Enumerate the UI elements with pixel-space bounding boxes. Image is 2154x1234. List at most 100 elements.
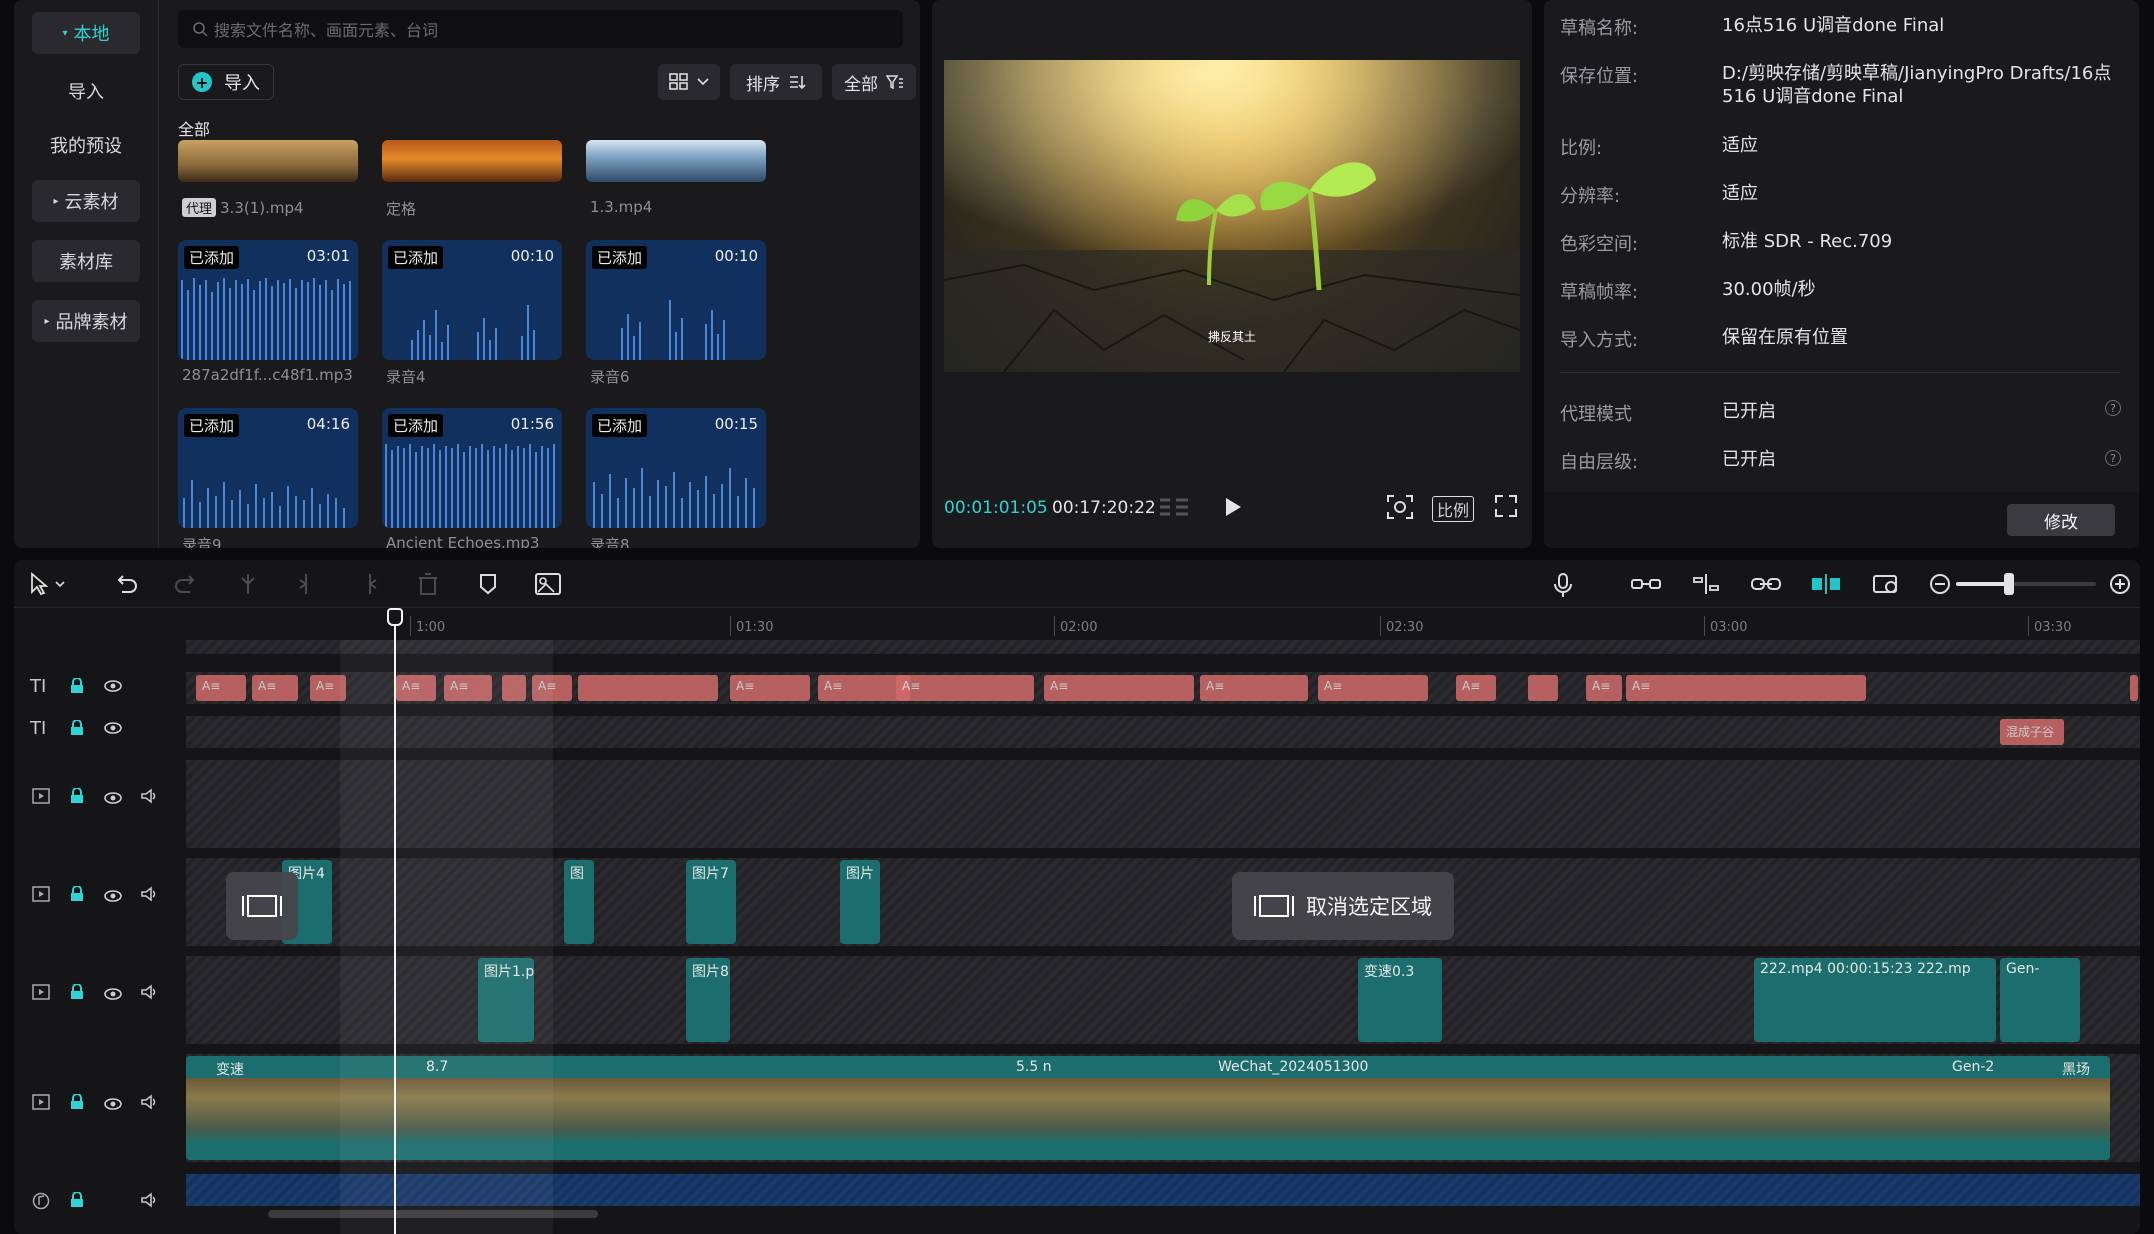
zoom-out-icon[interactable]: [1928, 572, 1952, 600]
help-icon[interactable]: ?: [2105, 400, 2121, 416]
zoom-fit-icon[interactable]: [1872, 572, 1902, 600]
playhead-handle[interactable]: [387, 608, 403, 626]
text-clip[interactable]: A≡: [1318, 675, 1428, 701]
nav-brand[interactable]: ▸ 品牌素材: [32, 300, 140, 342]
sort-button[interactable]: 排序: [730, 64, 822, 100]
nav-library[interactable]: 素材库: [32, 240, 140, 282]
playhead[interactable]: [394, 616, 396, 1234]
volume-icon[interactable]: [140, 1094, 158, 1114]
text-clip[interactable]: A≡: [1044, 675, 1194, 701]
marker-icon[interactable]: [476, 572, 500, 600]
video-clip[interactable]: Gen-: [2000, 958, 2080, 1042]
media-item-audio[interactable]: 已添加 04:16: [178, 408, 358, 528]
media-item-video[interactable]: [382, 140, 562, 182]
lock-icon[interactable]: [70, 885, 84, 906]
main-track-magnet-icon[interactable]: [1630, 572, 1662, 600]
text-clip[interactable]: A≡: [1586, 675, 1622, 701]
microphone-icon[interactable]: [1552, 572, 1574, 602]
video-clip[interactable]: 变速0.3: [1358, 958, 1442, 1042]
eye-icon[interactable]: [104, 720, 122, 739]
video-clip[interactable]: 图片7: [686, 860, 736, 944]
trim-left-icon[interactable]: [296, 572, 320, 600]
deselect-region-button[interactable]: 取消选定区域: [1232, 872, 1454, 940]
modify-button[interactable]: 修改: [2007, 504, 2115, 536]
video-clip[interactable]: 图: [564, 860, 594, 944]
eye-icon[interactable]: [104, 986, 122, 1005]
eye-icon[interactable]: [104, 888, 122, 907]
select-tool-icon[interactable]: [28, 572, 68, 600]
lock-icon[interactable]: [70, 719, 84, 740]
ratio-button[interactable]: 比例: [1432, 496, 1475, 522]
zoom-slider-handle[interactable]: [2004, 573, 2014, 595]
view-mode-button[interactable]: [658, 64, 720, 100]
text-clip[interactable]: A≡: [252, 675, 298, 701]
ruler-tick: 1:00: [409, 616, 446, 636]
media-item-audio[interactable]: 已添加 03:01: [178, 240, 358, 360]
timecode-list-icon[interactable]: [1158, 494, 1190, 524]
eye-icon[interactable]: [104, 1096, 122, 1115]
nav-cloud[interactable]: ▸ 云素材: [32, 180, 140, 222]
fullscreen-button[interactable]: [1494, 494, 1518, 522]
undo-icon[interactable]: [114, 572, 138, 600]
text-clip[interactable]: A≡: [1626, 675, 1866, 701]
zoom-in-icon[interactable]: [2108, 572, 2132, 600]
lock-icon[interactable]: [70, 1093, 84, 1114]
text-clip[interactable]: [1528, 675, 1558, 701]
freeze-frame-icon[interactable]: [534, 572, 562, 600]
trim-right-icon[interactable]: [356, 572, 380, 600]
delete-icon[interactable]: [416, 572, 440, 600]
text-clip[interactable]: A≡: [1200, 675, 1308, 701]
text-clip[interactable]: A≡: [896, 675, 1034, 701]
video-track-icon: [32, 788, 50, 808]
media-item-video[interactable]: [586, 140, 766, 182]
lock-icon[interactable]: [70, 677, 84, 698]
auto-snap-icon[interactable]: [1690, 572, 1722, 600]
video-clip[interactable]: 222.mp4 00:00:15:23 222.mp: [1754, 958, 1996, 1042]
time-ruler[interactable]: 1:00 01:30 02:00 02:30 03:00 03:30: [186, 608, 2140, 640]
clip-label: 黑场: [2062, 1062, 2090, 1078]
fit-view-button[interactable]: [1386, 494, 1414, 524]
lock-icon[interactable]: [70, 983, 84, 1004]
lock-icon[interactable]: [70, 1191, 84, 1212]
linkage-icon[interactable]: [1750, 572, 1782, 600]
redo-icon[interactable]: [174, 572, 198, 600]
text-clip[interactable]: A≡: [730, 675, 810, 701]
zoom-slider[interactable]: [1956, 573, 2096, 595]
nav-brand-label: 品牌素材: [55, 312, 128, 333]
text-clip[interactable]: A≡: [1456, 675, 1496, 701]
eye-icon[interactable]: [104, 678, 122, 697]
sort-label: 排序: [746, 74, 780, 95]
ratio-label: 比例: [1437, 501, 1470, 520]
volume-icon[interactable]: [140, 984, 158, 1004]
text-clip[interactable]: [578, 675, 718, 701]
range-select-button[interactable]: [226, 872, 298, 940]
search-input[interactable]: 搜索文件名称、画面元素、台词: [178, 10, 903, 48]
media-item-audio[interactable]: 已添加 00:10: [586, 240, 766, 360]
text-clip[interactable]: A≡: [196, 675, 246, 701]
media-item-audio[interactable]: 已添加 00:10: [382, 240, 562, 360]
split-icon[interactable]: [236, 572, 260, 600]
filter-button[interactable]: 全部: [832, 64, 916, 100]
video-clip[interactable]: 图片: [840, 860, 880, 944]
text-clip[interactable]: 混成子谷: [2000, 719, 2064, 745]
fullscreen-icon: [1495, 495, 1517, 517]
help-icon[interactable]: ?: [2105, 450, 2121, 466]
text-clip[interactable]: [2130, 675, 2138, 701]
lock-icon[interactable]: [70, 787, 84, 808]
eye-icon[interactable]: [104, 790, 122, 809]
nav-local[interactable]: ▾ 本地: [32, 12, 140, 54]
volume-icon[interactable]: [140, 886, 158, 906]
nav-import[interactable]: 导入: [32, 70, 140, 112]
media-item-audio[interactable]: 已添加 00:15: [586, 408, 766, 528]
nav-presets[interactable]: 我的预设: [32, 124, 140, 166]
import-button[interactable]: + 导入: [178, 64, 274, 100]
clip-label: WeChat_2024051300: [1218, 1059, 1369, 1075]
play-button[interactable]: [1220, 494, 1246, 524]
video-preview[interactable]: 拂反其土: [944, 60, 1520, 372]
media-item-video[interactable]: [178, 140, 358, 182]
media-item-audio[interactable]: 已添加 01:56: [382, 408, 562, 528]
volume-icon[interactable]: [140, 1192, 158, 1212]
video-clip[interactable]: 图片8: [686, 958, 730, 1042]
volume-icon[interactable]: [140, 788, 158, 808]
preview-axis-icon[interactable]: [1810, 572, 1842, 600]
